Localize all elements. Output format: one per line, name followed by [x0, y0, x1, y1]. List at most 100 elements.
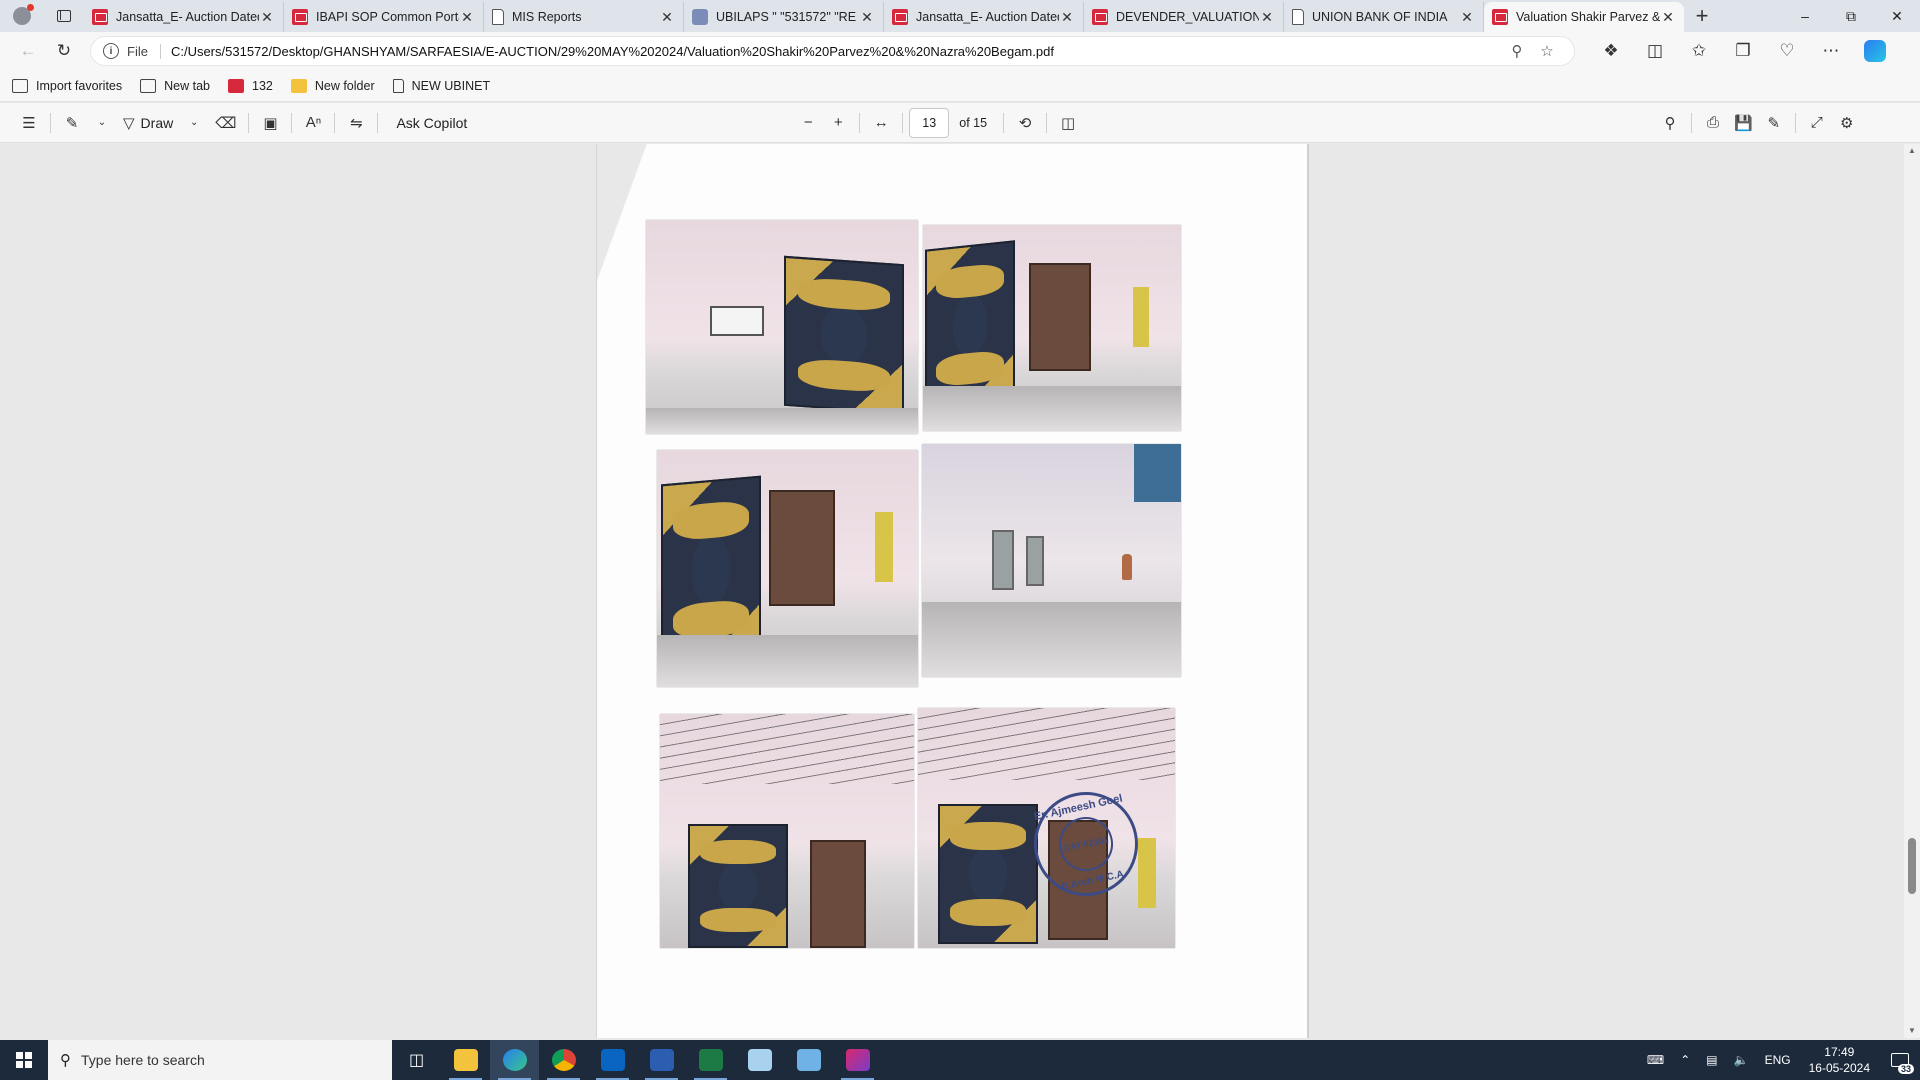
tab-actions-button[interactable] — [44, 0, 84, 32]
refresh-button[interactable]: ↻ — [46, 35, 82, 67]
browser-tab[interactable]: IBAPI SOP Common Portal ✕ — [284, 2, 484, 32]
fullscreen-icon[interactable]: ⤢ — [1802, 108, 1832, 138]
address-url[interactable]: C:/Users/531572/Desktop/GHANSHYAM/SARFAE… — [171, 44, 1502, 59]
vertical-scrollbar[interactable]: ▲ ▼ — [1904, 144, 1920, 1038]
browser-tab[interactable]: UBILAPS " "531572" "RE ✕ — [684, 2, 884, 32]
highlight-icon[interactable]: ✎ — [57, 108, 87, 138]
eraser-icon[interactable]: ⌫ — [209, 108, 242, 138]
copilot-button[interactable] — [1853, 35, 1897, 67]
volume-icon[interactable]: 🔈 — [1726, 1053, 1757, 1067]
browser-tab[interactable]: Jansatta_E- Auction Dated ✕ — [884, 2, 1084, 32]
read-aloud-icon[interactable]: Aⁿ — [298, 108, 328, 138]
toolbar-divider — [859, 112, 861, 133]
back-button[interactable]: ← — [10, 35, 46, 67]
pdf-icon — [292, 9, 308, 25]
word-button[interactable] — [637, 1040, 686, 1080]
clock[interactable]: 17:49 16-05-2024 — [1799, 1044, 1880, 1076]
file-explorer-button[interactable] — [441, 1040, 490, 1080]
browser-tab[interactable]: Valuation Shakir Parvez & ✕ — [1484, 2, 1684, 32]
ask-copilot-button[interactable]: Ask Copilot — [384, 108, 473, 138]
snipping-tool-button[interactable] — [833, 1040, 882, 1080]
close-tab-icon[interactable]: ✕ — [259, 9, 275, 26]
site-info-icon[interactable]: i — [103, 43, 119, 59]
close-window-button[interactable]: ✕ — [1874, 0, 1920, 32]
favorites-icon[interactable]: ✩ — [1677, 35, 1721, 67]
fit-to-width-icon[interactable]: ↔ — [866, 108, 896, 138]
remote-desktop-button[interactable] — [784, 1040, 833, 1080]
stamp-center-text: CAT-I/2101 — [1053, 811, 1119, 877]
close-tab-icon[interactable]: ✕ — [859, 9, 875, 26]
word-icon — [649, 1049, 674, 1071]
settings-gear-icon[interactable]: ⚙ — [1832, 108, 1862, 138]
search-icon[interactable]: ⚲ — [1655, 108, 1685, 138]
browser-tab[interactable]: UNION BANK OF INDIA ✕ — [1284, 2, 1484, 32]
scroll-down-arrow-icon[interactable]: ▼ — [1904, 1024, 1920, 1038]
minimize-button[interactable]: – — [1782, 0, 1828, 32]
pdf-viewer[interactable]: Er. Ajmeesh Goel CAT-I/2101 B.Arch M.C.A… — [0, 144, 1920, 1038]
keyboard-icon[interactable]: ⌨ — [1639, 1053, 1672, 1067]
tab-strip: Jansatta_E- Auction Dated ✕ IBAPI SOP Comm… — [0, 0, 1920, 32]
outlook-button[interactable] — [588, 1040, 637, 1080]
favorite-label: 132 — [252, 78, 273, 93]
start-button[interactable] — [0, 1040, 48, 1080]
search-icon: ⚲ — [60, 1052, 71, 1069]
extensions-icon[interactable]: ❖ — [1589, 35, 1633, 67]
close-tab-icon[interactable]: ✕ — [659, 9, 675, 26]
split-screen-icon[interactable]: ◫ — [1633, 35, 1677, 67]
page-number-input[interactable]: 13 — [909, 107, 950, 138]
edge-button[interactable] — [490, 1040, 539, 1080]
chrome-button[interactable] — [539, 1040, 588, 1080]
favorite-item[interactable]: New folder — [290, 78, 375, 93]
taskbar-search-box[interactable]: ⚲ Type here to search — [48, 1040, 392, 1080]
browser-tab[interactable]: DEVENDER_VALUATION_ ✕ — [1084, 2, 1284, 32]
save-icon[interactable]: 💾 — [1728, 108, 1759, 138]
taskbar-search-placeholder: Type here to search — [81, 1052, 205, 1068]
notification-center-button[interactable]: 33 — [1880, 1040, 1920, 1080]
language-indicator[interactable]: ENG — [1757, 1053, 1799, 1067]
scrollbar-thumb[interactable] — [1908, 838, 1916, 894]
zoom-in-button[interactable]: + — [823, 108, 853, 138]
show-hidden-icons-icon[interactable]: ⌃ — [1672, 1053, 1698, 1067]
add-text-icon[interactable]: ▣ — [255, 108, 285, 138]
print-icon[interactable]: ⎙ — [1698, 108, 1728, 138]
tab-list: Jansatta_E- Auction Dated ✕ IBAPI SOP Comm… — [84, 0, 1684, 32]
favorite-item[interactable]: New tab — [140, 78, 210, 93]
restore-button[interactable]: ⧉ — [1828, 0, 1874, 32]
favorite-item[interactable]: NEW UBINET — [392, 78, 490, 93]
new-tab-button[interactable]: + — [1684, 0, 1720, 32]
favorite-item[interactable]: Import favorites — [12, 78, 122, 93]
address-bar[interactable]: i File C:/Users/531572/Desktop/GHANSHYAM… — [90, 36, 1575, 66]
highlight-dropdown-icon[interactable]: ⌄ — [87, 108, 117, 138]
network-icon[interactable]: ▤ — [1698, 1053, 1725, 1067]
favorites-bar: Import favorites New tab 132 New folder NEW … — [0, 70, 1920, 102]
scroll-up-arrow-icon[interactable]: ▲ — [1904, 144, 1920, 158]
save-as-icon[interactable]: ✎ — [1759, 108, 1789, 138]
close-tab-icon[interactable]: ✕ — [1059, 9, 1075, 26]
more-options-icon[interactable]: ⋯ — [1809, 35, 1853, 67]
zoom-out-button[interactable]: − — [793, 108, 823, 138]
page-view-icon[interactable]: ◫ — [1053, 108, 1083, 138]
pdf-toolbar: ☰ ✎ ⌄ ▽ Draw ⌄ ⌫ ▣ Aⁿ ⇋ Ask Copilot − + ↔… — [0, 103, 1920, 143]
draw-button[interactable]: ▽ Draw — [117, 108, 179, 138]
excel-button[interactable] — [686, 1040, 735, 1080]
translate-icon[interactable]: ⇋ — [341, 108, 371, 138]
notepad-button[interactable] — [735, 1040, 784, 1080]
browser-tab[interactable]: Jansatta_E- Auction Dated ✕ — [84, 2, 284, 32]
favorite-item[interactable]: 132 — [228, 78, 273, 93]
browser-tab[interactable]: MIS Reports ✕ — [484, 2, 684, 32]
close-tab-icon[interactable]: ✕ — [1459, 9, 1475, 26]
profile-button[interactable] — [0, 0, 44, 32]
close-tab-icon[interactable]: ✕ — [1660, 9, 1676, 26]
browser-essentials-icon[interactable]: ♡ — [1765, 35, 1809, 67]
contents-icon[interactable]: ☰ — [14, 108, 44, 138]
draw-dropdown-icon[interactable]: ⌄ — [179, 108, 209, 138]
zoom-out-icon[interactable]: ⚲ — [1502, 42, 1532, 60]
app-icon — [692, 9, 708, 25]
rotate-icon[interactable]: ⟲ — [1010, 108, 1040, 138]
collections-icon[interactable]: ❐ — [1721, 35, 1765, 67]
close-tab-icon[interactable]: ✕ — [1259, 9, 1275, 26]
close-tab-icon[interactable]: ✕ — [459, 9, 475, 26]
page-count-label: of 15 — [959, 115, 988, 130]
favorite-star-icon[interactable]: ☆ — [1532, 42, 1562, 60]
task-view-button[interactable]: ◫ — [392, 1040, 441, 1080]
